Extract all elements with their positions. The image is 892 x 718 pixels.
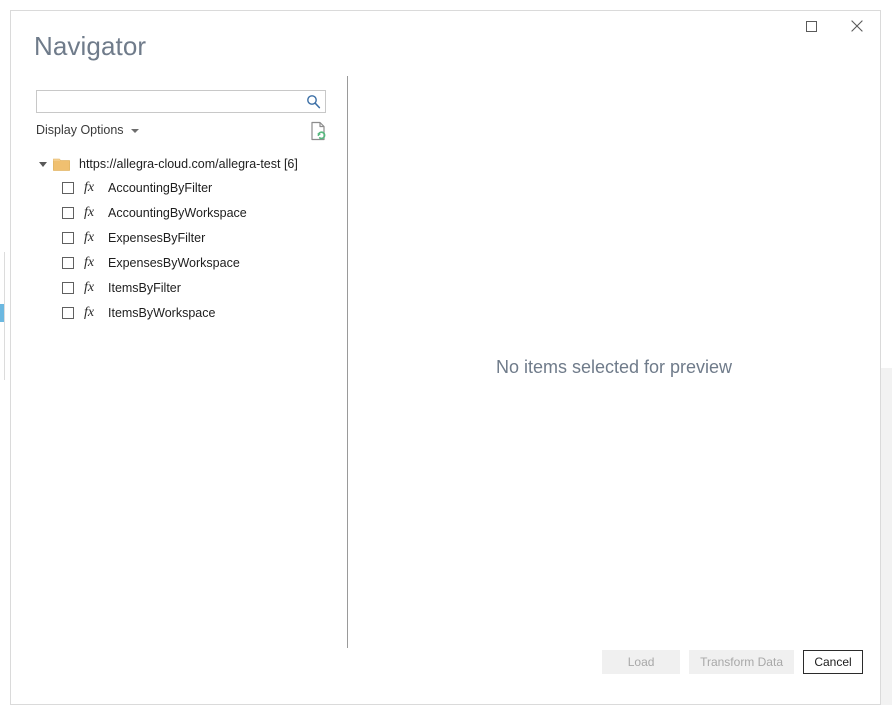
background-window-edge (4, 252, 5, 380)
search-input[interactable] (37, 91, 302, 112)
tree-item-label: ItemsByWorkspace (108, 306, 215, 320)
display-options-label: Display Options (36, 123, 124, 137)
function-fx-icon: fx (84, 181, 101, 195)
dialog-footer: Load Transform Data Cancel (11, 642, 880, 704)
tree-item-label: ExpensesByWorkspace (108, 256, 240, 270)
search-icon[interactable] (304, 93, 322, 110)
tree-root-node[interactable]: https://allegra-cloud.com/allegra-test [… (36, 153, 336, 175)
object-tree: https://allegra-cloud.com/allegra-test [… (36, 153, 336, 325)
preview-empty-message: No items selected for preview (348, 357, 880, 378)
load-button[interactable]: Load (602, 650, 680, 674)
cancel-button[interactable]: Cancel (803, 650, 863, 674)
close-button[interactable] (834, 11, 879, 41)
tree-item-itemsbyworkspace[interactable]: fx ItemsByWorkspace (36, 300, 336, 325)
item-checkbox[interactable] (62, 207, 74, 219)
tree-item-itemsbyfilter[interactable]: fx ItemsByFilter (36, 275, 336, 300)
desktop-backdrop: Navigator Display Options (0, 0, 892, 718)
item-checkbox[interactable] (62, 307, 74, 319)
item-checkbox[interactable] (62, 182, 74, 194)
tree-item-accountingbyworkspace[interactable]: fx AccountingByWorkspace (36, 200, 336, 225)
expander-expanded-icon[interactable] (36, 153, 50, 175)
folder-icon (53, 157, 70, 171)
function-fx-icon: fx (84, 281, 101, 295)
tree-item-expensesbyfilter[interactable]: fx ExpensesByFilter (36, 225, 336, 250)
function-fx-icon: fx (84, 206, 101, 220)
footer-button-group: Load Transform Data Cancel (602, 650, 863, 674)
item-checkbox[interactable] (62, 257, 74, 269)
tree-root-label: https://allegra-cloud.com/allegra-test [… (79, 157, 298, 171)
page-title: Navigator (34, 31, 146, 62)
search-box[interactable] (36, 90, 326, 113)
function-fx-icon: fx (84, 306, 101, 320)
maximize-button[interactable] (789, 11, 834, 41)
navigator-dialog: Navigator Display Options (10, 10, 881, 705)
tree-item-label: AccountingByWorkspace (108, 206, 247, 220)
display-options-row: Display Options (36, 121, 326, 143)
tree-item-expensesbyworkspace[interactable]: fx ExpensesByWorkspace (36, 250, 336, 275)
refresh-document-icon[interactable] (310, 121, 328, 141)
tree-item-label: AccountingByFilter (108, 181, 212, 195)
tree-item-label: ExpensesByFilter (108, 231, 205, 245)
tree-item-label: ItemsByFilter (108, 281, 181, 295)
maximize-icon (806, 21, 817, 32)
background-accent-marker (0, 304, 4, 322)
tree-item-accountingbyfilter[interactable]: fx AccountingByFilter (36, 175, 336, 200)
close-icon (851, 20, 863, 32)
display-options-dropdown[interactable]: Display Options (36, 123, 139, 137)
preview-pane: No items selected for preview (348, 71, 880, 634)
transform-data-button[interactable]: Transform Data (689, 650, 794, 674)
function-fx-icon: fx (84, 231, 101, 245)
function-fx-icon: fx (84, 256, 101, 270)
item-checkbox[interactable] (62, 282, 74, 294)
chevron-down-icon (131, 129, 139, 133)
item-checkbox[interactable] (62, 232, 74, 244)
